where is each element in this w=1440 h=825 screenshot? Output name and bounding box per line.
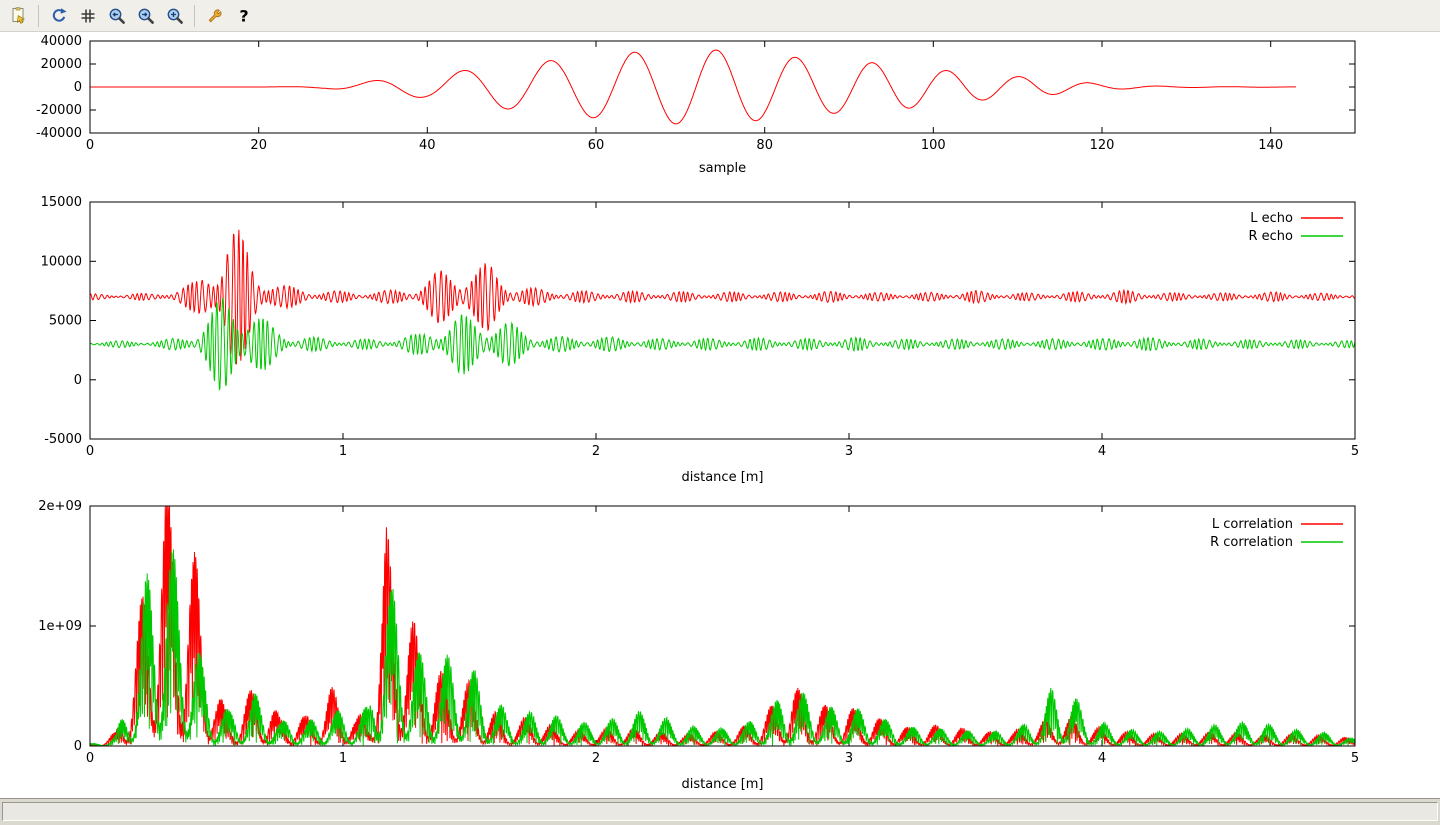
svg-text:0: 0 (74, 373, 82, 388)
svg-text:?: ? (239, 7, 248, 25)
svg-text:-20000: -20000 (36, 103, 82, 118)
clipboard-icon (10, 7, 28, 25)
zoom-autoscale-icon (166, 7, 184, 25)
refresh-icon (50, 7, 68, 25)
pulse-plot[interactable]: 0 20 40 60 80 100 120 140 -40000 -20000 0 20000 4000… (0, 32, 1440, 192)
svg-text:0: 0 (86, 444, 94, 459)
status-bar (0, 798, 1440, 825)
svg-text:2: 2 (592, 751, 600, 766)
svg-text:L correlation: L correlation (1212, 517, 1293, 532)
svg-text:5000: 5000 (49, 314, 82, 329)
zoom-previous-button[interactable] (103, 3, 130, 29)
status-text (2, 802, 1438, 821)
toggle-grid-button[interactable] (74, 3, 101, 29)
svg-text:100: 100 (921, 138, 946, 153)
zoom-previous-icon (108, 7, 126, 25)
svg-text:distance [m]: distance [m] (681, 777, 763, 792)
svg-text:2: 2 (592, 444, 600, 459)
svg-text:2e+09: 2e+09 (38, 499, 82, 514)
copy-to-clipboard-button[interactable] (5, 3, 32, 29)
svg-text:15000: 15000 (41, 195, 82, 210)
svg-text:distance [m]: distance [m] (681, 470, 763, 485)
zoom-next-icon (137, 7, 155, 25)
svg-text:5: 5 (1351, 751, 1359, 766)
svg-text:5: 5 (1351, 444, 1359, 459)
svg-text:L echo: L echo (1250, 211, 1293, 226)
svg-text:3: 3 (845, 444, 853, 459)
svg-text:R echo: R echo (1248, 229, 1293, 244)
svg-text:4: 4 (1098, 751, 1106, 766)
replot-button[interactable] (45, 3, 72, 29)
svg-text:1e+09: 1e+09 (38, 619, 82, 634)
zoom-next-button[interactable] (132, 3, 159, 29)
svg-text:10000: 10000 (41, 254, 82, 269)
svg-text:3: 3 (845, 751, 853, 766)
svg-text:0: 0 (74, 739, 82, 754)
toolbar: ? (0, 0, 1440, 32)
svg-text:60: 60 (588, 138, 605, 153)
svg-text:1: 1 (339, 751, 347, 766)
svg-text:0: 0 (86, 751, 94, 766)
echo-plot[interactable]: 0 1 2 3 4 5 -5000 0 5000 10000 15000 distance [m] L … (0, 192, 1440, 492)
svg-text:0: 0 (86, 138, 94, 153)
svg-text:4: 4 (1098, 444, 1106, 459)
wrench-icon (206, 7, 224, 25)
svg-text:120: 120 (1090, 138, 1115, 153)
svg-text:0: 0 (74, 80, 82, 95)
svg-text:20: 20 (250, 138, 267, 153)
help-icon: ? (235, 7, 253, 25)
svg-text:80: 80 (756, 138, 773, 153)
svg-text:-40000: -40000 (36, 126, 82, 141)
svg-text:R correlation: R correlation (1210, 535, 1293, 550)
svg-text:-5000: -5000 (44, 432, 82, 447)
gnuplot-window: ? 020406080100120140-40000-2000002000040… (0, 0, 1440, 825)
configure-button[interactable] (201, 3, 228, 29)
grid-icon (79, 7, 97, 25)
svg-text:1: 1 (339, 444, 347, 459)
svg-text:sample: sample (699, 161, 746, 176)
help-button[interactable]: ? (230, 3, 257, 29)
svg-text:20000: 20000 (41, 57, 82, 72)
svg-text:40: 40 (419, 138, 436, 153)
correlation-plot[interactable]: 0 1 2 3 4 5 0 1e+09 2e+09 distance [m] L correlati… (0, 492, 1440, 798)
svg-text:40000: 40000 (41, 34, 82, 49)
autoscale-button[interactable] (161, 3, 188, 29)
svg-text:140: 140 (1258, 138, 1283, 153)
toolbar-separator (38, 5, 39, 27)
toolbar-separator (194, 5, 195, 27)
